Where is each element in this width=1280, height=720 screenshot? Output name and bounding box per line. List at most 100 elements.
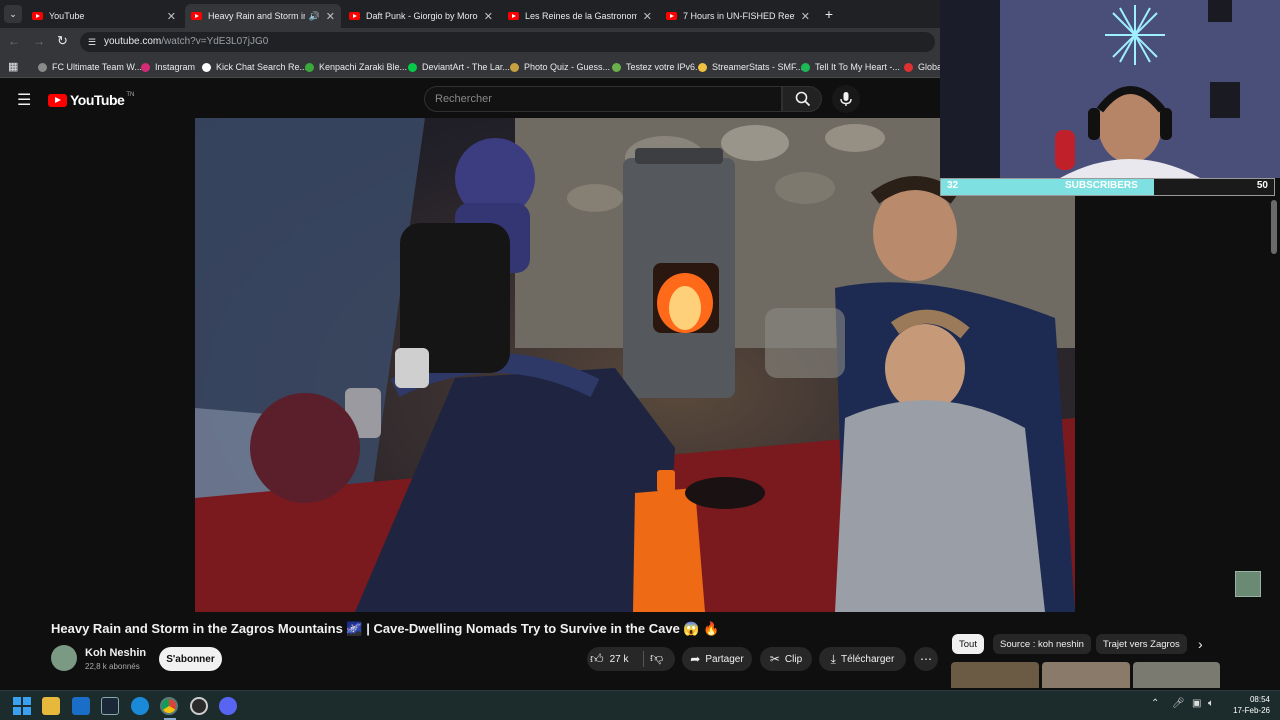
instagram-icon bbox=[141, 62, 150, 72]
close-icon[interactable]: ✕ bbox=[643, 10, 652, 23]
subscriber-goal-target: 50 bbox=[1256, 180, 1268, 191]
youtube-play-icon bbox=[48, 93, 67, 107]
youtube-favicon-icon bbox=[32, 12, 43, 20]
site-info-icon[interactable]: ☰ bbox=[88, 32, 96, 52]
chip-zagros[interactable]: Trajet vers Zagros bbox=[1096, 634, 1187, 654]
scissors-icon: ✂ bbox=[769, 652, 780, 666]
subscribe-button[interactable]: S'abonner bbox=[159, 647, 222, 671]
globa-icon bbox=[904, 62, 913, 72]
back-arrow-icon[interactable]: ← bbox=[8, 34, 20, 48]
obs-icon[interactable] bbox=[190, 697, 208, 715]
channel-avatar[interactable] bbox=[51, 645, 77, 671]
thumbs-up-icon: 👍︎ bbox=[590, 651, 604, 666]
address-toolbar: ← → ↻ ☰ youtube.com/watch?v=YdE3L07jJG0 bbox=[0, 28, 940, 56]
new-tab-button[interactable]: + bbox=[820, 5, 838, 23]
tray-chevron-icon[interactable]: ⌃ bbox=[1151, 698, 1159, 709]
tray-volume-icon[interactable]: 🔈︎ bbox=[1208, 698, 1214, 709]
photo-quiz-icon bbox=[510, 62, 519, 72]
bookmarks-bar: ▦ FC Ultimate Team W... Instagram Kick C… bbox=[0, 56, 942, 78]
youtube-favicon-icon bbox=[666, 12, 677, 20]
search-input[interactable]: Rechercher bbox=[424, 86, 782, 112]
channel-watermark-icon[interactable] bbox=[1235, 571, 1261, 597]
suggested-thumbnail[interactable] bbox=[951, 662, 1039, 688]
subscriber-goal-current: 32 bbox=[947, 180, 959, 191]
windows-start-icon[interactable] bbox=[13, 697, 31, 715]
kenpachi-icon bbox=[305, 62, 314, 72]
neon-light-icon bbox=[1105, 5, 1165, 65]
tray-microphone-icon[interactable]: 🎤︎ bbox=[1172, 698, 1185, 709]
bookmark-photo-quiz[interactable]: Photo Quiz - Guess... bbox=[510, 60, 610, 74]
youtube-logo[interactable]: YouTube TN bbox=[48, 92, 134, 108]
close-icon[interactable]: ✕ bbox=[167, 10, 176, 23]
battlenet-icon[interactable] bbox=[131, 697, 149, 715]
youtube-favicon-icon bbox=[508, 12, 519, 20]
browser-tab-active-video[interactable]: Heavy Rain and Storm in the 🔊 ✕ bbox=[185, 4, 341, 28]
chip-source[interactable]: Source : koh neshin bbox=[993, 634, 1091, 654]
browser-tab-daft-punk[interactable]: Daft Punk - Giorgio by Morode ✕ bbox=[343, 4, 499, 28]
subscriber-goal-bar: 32 SUBSCRIBERS 50 bbox=[940, 178, 1275, 196]
browser-tab-reef[interactable]: 7 Hours in UN-FISHED Reef Ho ✕ bbox=[660, 4, 816, 28]
voice-search-button[interactable] bbox=[832, 85, 860, 113]
outlook-icon[interactable] bbox=[72, 697, 90, 715]
bookmark-streamerstats[interactable]: StreamerStats - SMF... bbox=[698, 60, 803, 74]
streamer-webcam bbox=[940, 0, 1280, 178]
youtube-favicon-icon bbox=[191, 12, 202, 20]
close-icon[interactable]: ✕ bbox=[326, 10, 335, 23]
bookmark-kenpachi[interactable]: Kenpachi Zaraki Ble... bbox=[305, 60, 407, 74]
deviantart-icon bbox=[408, 62, 417, 72]
thumbs-down-icon: 👎︎ bbox=[650, 650, 664, 665]
tray-network-icon[interactable]: ▣ bbox=[1192, 698, 1201, 709]
suggested-thumbnail[interactable] bbox=[1133, 662, 1220, 688]
fc-icon bbox=[38, 62, 47, 72]
video-title: Heavy Rain and Storm in the Zagros Mount… bbox=[51, 621, 720, 636]
microphone-icon bbox=[840, 92, 852, 106]
file-explorer-icon[interactable] bbox=[42, 697, 60, 715]
youtube-header: ☰ YouTube TN Rechercher bbox=[0, 80, 940, 118]
streamerstats-icon bbox=[698, 62, 707, 72]
subscriber-goal-label: SUBSCRIBERS bbox=[1065, 180, 1138, 191]
discord-icon[interactable] bbox=[219, 697, 237, 715]
hamburger-menu-icon[interactable]: ☰ bbox=[17, 90, 31, 110]
bookmark-spotify[interactable]: Tell It To My Heart -... bbox=[801, 60, 900, 74]
share-button[interactable]: ➦ Partager bbox=[682, 647, 752, 671]
steam-icon[interactable] bbox=[101, 697, 119, 715]
more-icon: ⋯ bbox=[920, 652, 932, 666]
page-scrollbar[interactable] bbox=[1271, 200, 1277, 254]
close-icon[interactable]: ✕ bbox=[484, 10, 493, 23]
taskbar-clock[interactable]: 08:54 17-Feb-26 bbox=[1228, 694, 1270, 716]
dislike-button[interactable]: 👎︎ bbox=[650, 650, 663, 666]
apps-grid-icon[interactable]: ▦ bbox=[8, 60, 18, 73]
windows-taskbar: ⌃ 🎤︎ ▣ 🔈︎ 08:54 17-Feb-26 bbox=[0, 690, 1280, 720]
youtube-favicon-icon bbox=[349, 12, 360, 20]
tab-search-dropdown[interactable]: ⌄ bbox=[4, 5, 22, 23]
browser-tab-youtube[interactable]: YouTube ✕ bbox=[26, 4, 182, 28]
clip-button[interactable]: ✂ Clip bbox=[760, 647, 812, 671]
bookmark-kick-chat[interactable]: Kick Chat Search Re... bbox=[202, 60, 307, 74]
download-button[interactable]: ⤓ Télécharger bbox=[819, 647, 906, 671]
browser-tab-gastronomie[interactable]: Les Reines de la Gastronomie d ✕ bbox=[502, 4, 658, 28]
bookmark-deviantart[interactable]: DeviantArt - The Lar... bbox=[408, 60, 510, 74]
chevron-right-icon[interactable]: › bbox=[1198, 636, 1203, 652]
webcam-scene bbox=[940, 0, 1280, 178]
bookmark-ipv6[interactable]: Testez votre IPv6. bbox=[612, 60, 698, 74]
more-actions-button[interactable]: ⋯ bbox=[914, 647, 938, 671]
bookmark-instagram[interactable]: Instagram bbox=[141, 60, 195, 74]
url-field[interactable]: ☰ youtube.com/watch?v=YdE3L07jJG0 bbox=[80, 32, 935, 52]
share-icon: ➦ bbox=[690, 652, 701, 666]
browser-tab-strip: ⌄ YouTube ✕ Heavy Rain and Storm in the … bbox=[0, 0, 940, 28]
chip-all[interactable]: Tout bbox=[952, 634, 984, 654]
spotify-icon bbox=[801, 62, 810, 72]
forward-arrow-icon[interactable]: → bbox=[33, 34, 45, 48]
close-icon[interactable]: ✕ bbox=[801, 10, 810, 23]
channel-name[interactable]: Koh Neshin bbox=[85, 647, 146, 659]
suggested-thumbnail[interactable] bbox=[1042, 662, 1130, 688]
bookmark-fc-ultimate[interactable]: FC Ultimate Team W... bbox=[38, 60, 142, 74]
speaker-icon[interactable]: 🔊 bbox=[309, 11, 320, 22]
dislike-divider bbox=[643, 651, 644, 667]
channel-subscriber-count: 22,8 k abonnés bbox=[85, 662, 140, 671]
bookmark-globa[interactable]: Globa bbox=[904, 60, 942, 74]
reload-icon[interactable]: ↻ bbox=[57, 33, 68, 49]
like-button[interactable]: 👍︎ 27 k bbox=[590, 650, 629, 668]
search-button[interactable] bbox=[782, 86, 822, 112]
chrome-icon[interactable] bbox=[160, 697, 178, 715]
